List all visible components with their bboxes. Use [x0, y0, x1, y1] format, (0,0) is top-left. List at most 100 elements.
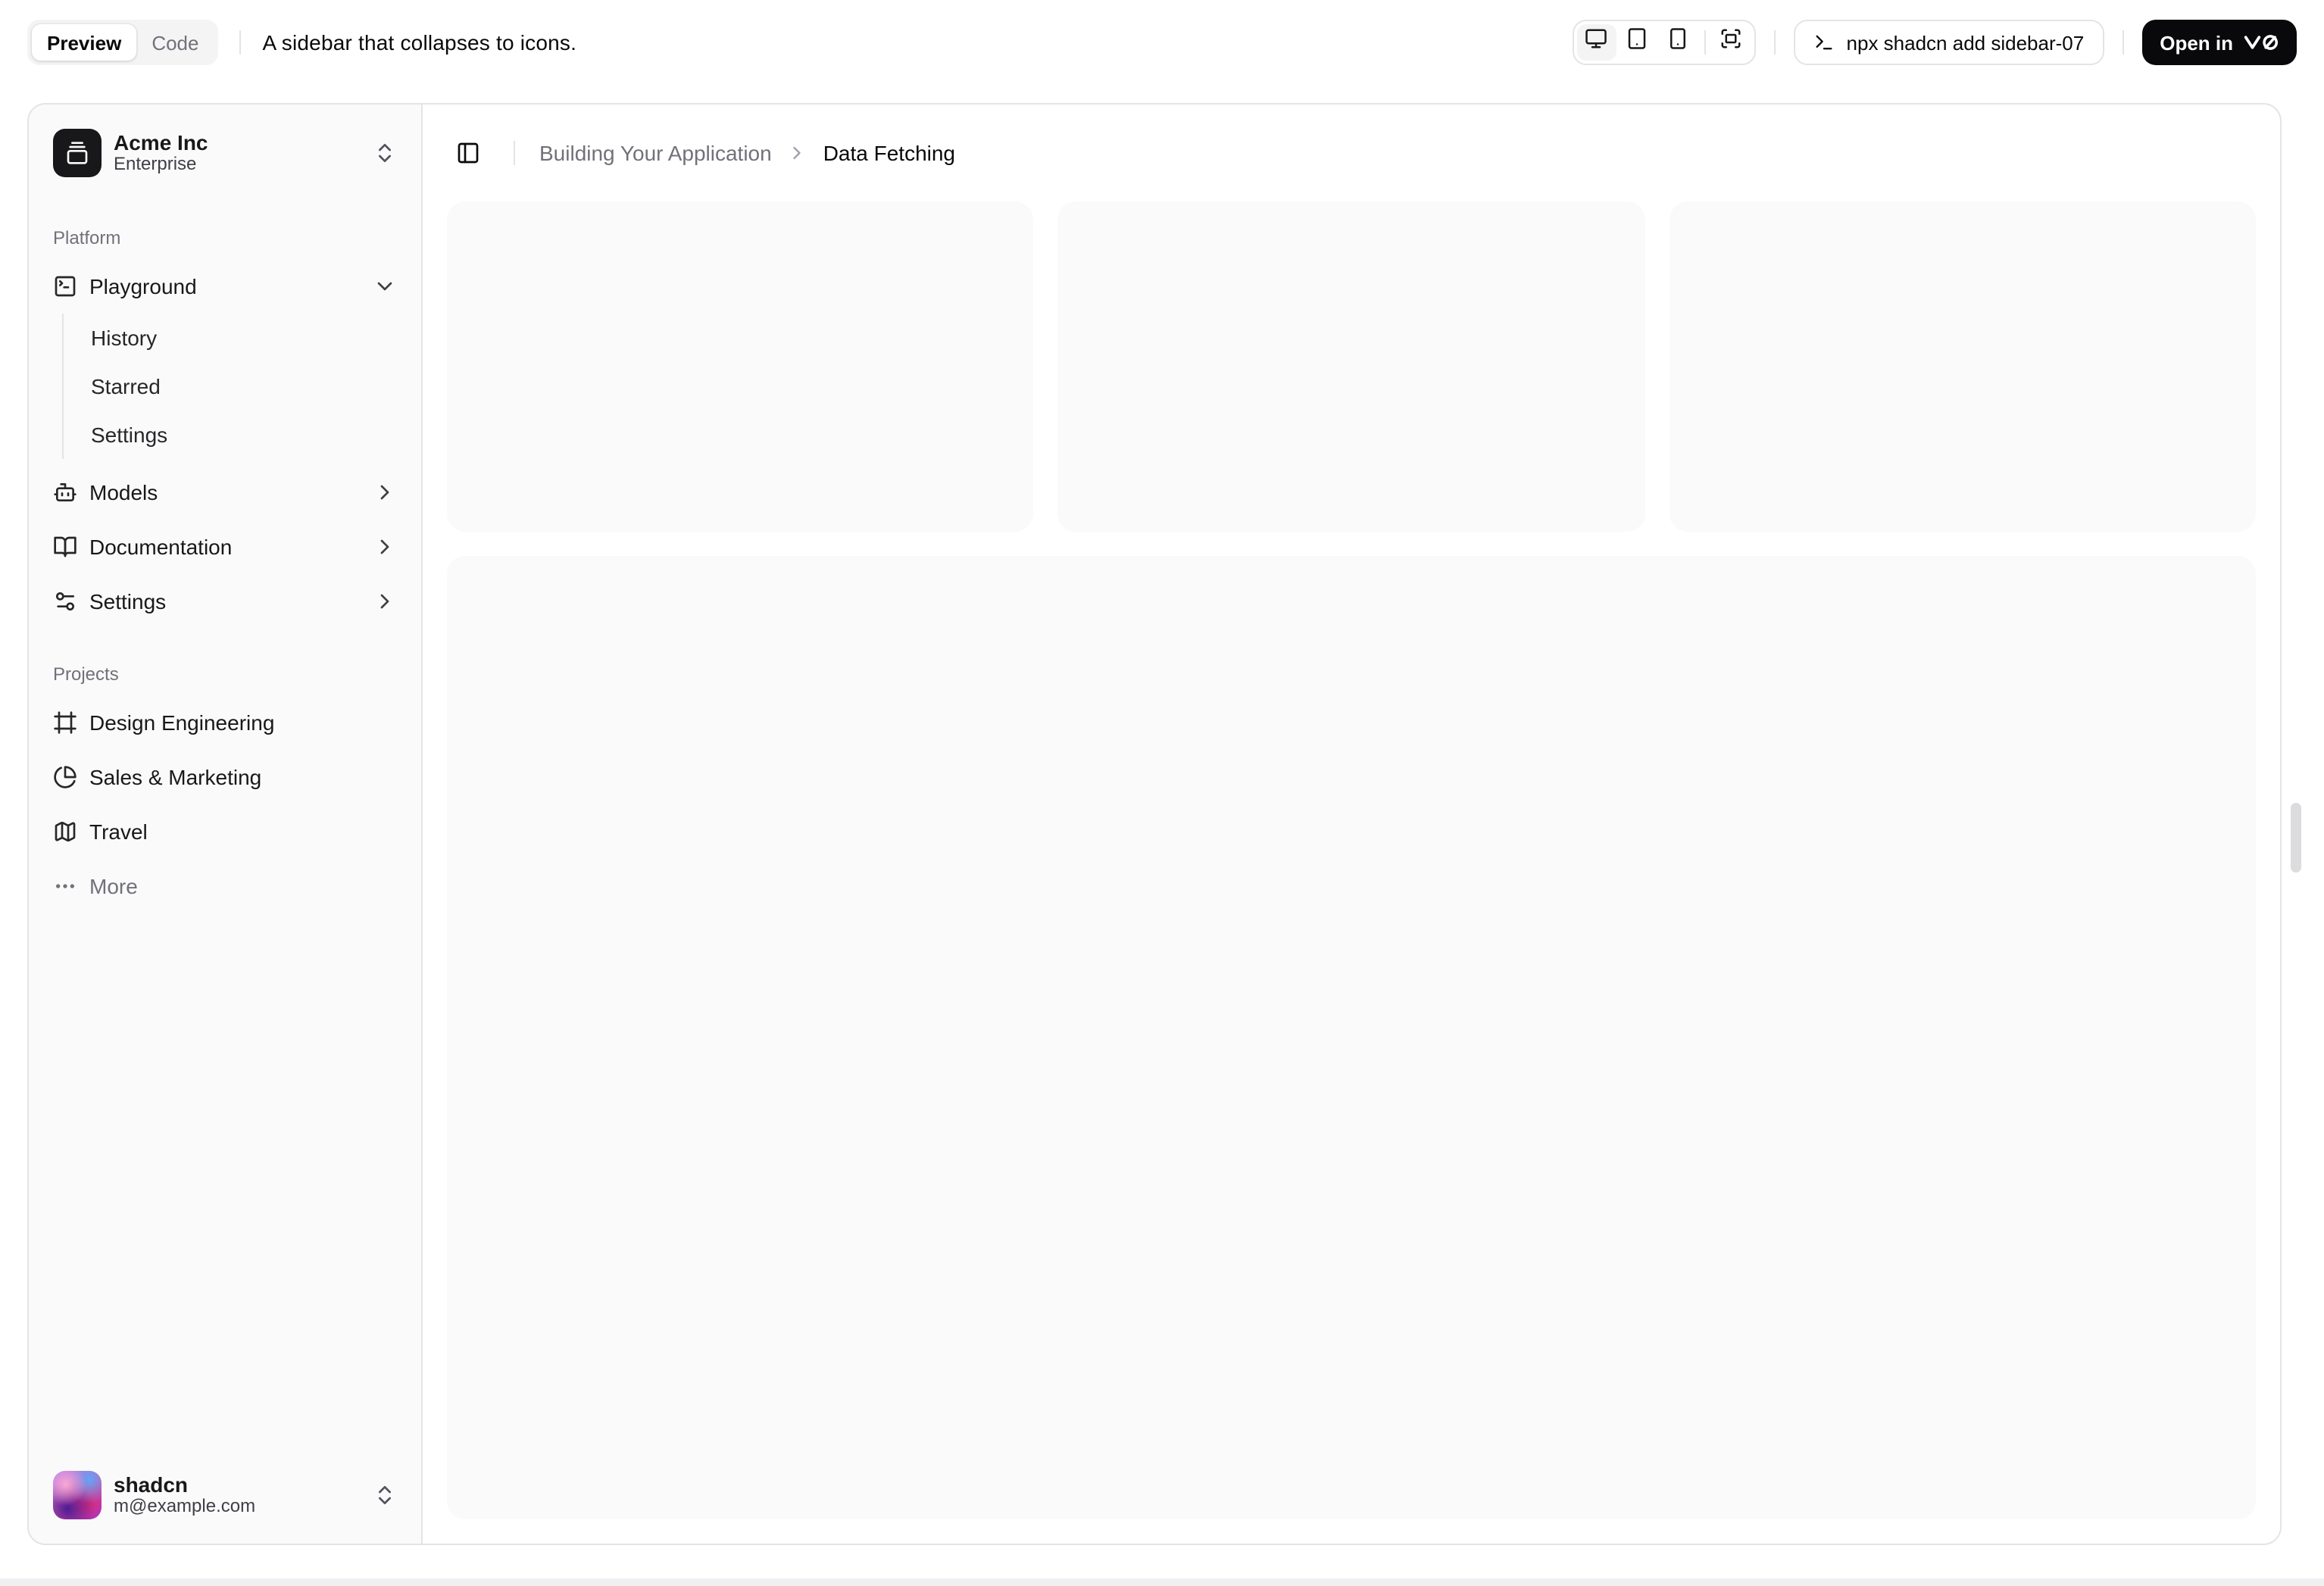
install-command-button[interactable]: npx shadcn add sidebar-07 — [1793, 20, 2104, 65]
sidebar-subitem-label: Starred — [91, 374, 161, 398]
sidebar-item-label: Models — [89, 480, 158, 504]
breadcrumb-link-section[interactable]: Building Your Application — [539, 141, 772, 165]
sidebar-content: Platform Playground History Starred Sett… — [29, 201, 421, 1447]
sidebar-item-label: Travel — [89, 820, 148, 844]
chevron-right-icon — [373, 589, 397, 613]
chevron-right-icon — [373, 480, 397, 504]
sidebar-header: Acme Inc Enterprise — [29, 105, 421, 201]
install-command-text: npx shadcn add sidebar-07 — [1846, 31, 2085, 54]
panel-left-icon — [456, 141, 480, 165]
group-label-platform: Platform — [53, 227, 121, 248]
terminal-icon — [1813, 32, 1835, 53]
group-label-projects: Projects — [53, 663, 119, 685]
user-info: shadcn m@example.com — [114, 1472, 255, 1518]
user-menu-button[interactable]: shadcn m@example.com — [41, 1459, 409, 1531]
device-toggle-group — [1572, 20, 1756, 65]
sidebar-item-label: Settings — [89, 589, 167, 613]
pie-chart-icon — [53, 765, 77, 789]
block-title: A sidebar that collapses to icons. — [262, 30, 577, 55]
desktop-view-button[interactable] — [1576, 24, 1616, 61]
sidebar-footer: shadcn m@example.com — [29, 1447, 421, 1544]
sidebar-item-label: Playground — [89, 274, 197, 298]
view-toggle-group: Preview Code — [27, 20, 219, 65]
chevron-right-icon — [787, 142, 808, 164]
header-separator — [514, 141, 515, 165]
sidebar-item-documentation[interactable]: Documentation — [41, 523, 409, 571]
platform-menu: Playground History Starred Settings Mode… — [41, 262, 409, 626]
sidebar-subitem-starred[interactable]: Starred — [79, 362, 409, 411]
team-switcher-button[interactable]: Acme Inc Enterprise — [41, 117, 409, 189]
placeholder-card — [1057, 201, 1645, 532]
team-logo — [53, 129, 102, 177]
toolbar-separator — [239, 30, 242, 55]
team-plan: Enterprise — [114, 153, 197, 175]
projects-menu: Design Engineering Sales & Marketing Tra… — [41, 698, 409, 910]
v0-logo-icon — [2244, 33, 2279, 52]
book-open-icon — [53, 535, 77, 559]
fullscreen-icon — [1720, 27, 1743, 58]
sidebar-item-label: Documentation — [89, 535, 233, 559]
chevron-right-icon — [373, 535, 397, 559]
map-icon — [53, 820, 77, 844]
sidebar-item-travel[interactable]: Travel — [41, 807, 409, 856]
sidebar-subitem-settings[interactable]: Settings — [79, 411, 409, 459]
monitor-icon — [1585, 27, 1608, 58]
chevrons-up-down-icon — [373, 1483, 397, 1507]
tab-preview[interactable]: Preview — [32, 24, 137, 61]
sidebar-toggle-button[interactable] — [447, 132, 489, 174]
chevron-down-icon — [373, 274, 397, 298]
tablet-view-button[interactable] — [1618, 24, 1657, 61]
device-group-separator — [1704, 30, 1706, 55]
sidebar-subitem-label: History — [91, 326, 158, 350]
sidebar-item-models[interactable]: Models — [41, 468, 409, 517]
sidebar-item-label: Design Engineering — [89, 710, 275, 735]
fullscreen-button[interactable] — [1712, 24, 1751, 61]
gallery-vertical-end-icon — [65, 141, 89, 165]
mobile-view-button[interactable] — [1659, 24, 1698, 61]
team-name: Acme Inc — [114, 130, 208, 155]
block-preview-page: Preview Code A sidebar that collapses to… — [0, 0, 2324, 1586]
sidebar-item-sales-marketing[interactable]: Sales & Marketing — [41, 753, 409, 801]
chevrons-up-down-icon — [373, 141, 397, 165]
app-sidebar: Acme Inc Enterprise Platform Playground — [29, 105, 423, 1544]
square-terminal-icon — [53, 274, 77, 298]
toolbar: Preview Code A sidebar that collapses to… — [0, 0, 2324, 85]
open-in-label: Open in — [2160, 31, 2233, 54]
placeholder-panel — [447, 555, 2256, 1519]
sliders-icon — [53, 589, 77, 613]
sidebar-group-platform: Platform Playground History Starred Sett… — [29, 201, 421, 638]
placeholder-card — [1669, 201, 2256, 532]
bot-icon — [53, 480, 77, 504]
sidebar-item-playground[interactable]: Playground — [41, 262, 409, 311]
ellipsis-icon — [53, 874, 77, 898]
breadcrumb-current-page: Data Fetching — [823, 141, 956, 165]
tablet-icon — [1626, 27, 1649, 58]
main-area: Building Your Application Data Fetching — [423, 105, 2280, 1544]
user-avatar — [53, 1471, 102, 1519]
menu-block-playground: Playground History Starred Settings — [41, 262, 409, 462]
sidebar-item-more[interactable]: More — [41, 862, 409, 910]
sidebar-item-label: More — [89, 874, 138, 898]
user-email: m@example.com — [114, 1495, 256, 1517]
sidebar-subitem-history[interactable]: History — [79, 314, 409, 362]
playground-submenu: History Starred Settings — [62, 314, 409, 459]
placeholder-card — [447, 201, 1034, 532]
toolbar-right: npx shadcn add sidebar-07 Open in — [1572, 20, 2297, 65]
page-scrollbar-thumb[interactable] — [2291, 803, 2301, 873]
next-section-edge — [0, 1578, 2324, 1586]
sidebar-item-label: Sales & Marketing — [89, 765, 262, 789]
user-name: shadcn — [114, 1472, 189, 1497]
main-header: Building Your Application Data Fetching — [423, 105, 2280, 201]
main-content — [423, 201, 2280, 1544]
sidebar-group-projects: Projects Design Engineering Sales & Mark… — [29, 638, 421, 923]
sidebar-item-design-engineering[interactable]: Design Engineering — [41, 698, 409, 747]
smartphone-icon — [1667, 27, 1690, 58]
preview-card: Acme Inc Enterprise Platform Playground — [27, 103, 2282, 1545]
frame-icon — [53, 710, 77, 735]
team-info: Acme Inc Enterprise — [114, 130, 208, 176]
placeholder-row — [447, 201, 2256, 532]
sidebar-subitem-label: Settings — [91, 423, 168, 447]
open-in-v0-button[interactable]: Open in — [2141, 20, 2297, 65]
sidebar-item-settings[interactable]: Settings — [41, 577, 409, 626]
tab-code[interactable]: Code — [136, 24, 214, 61]
